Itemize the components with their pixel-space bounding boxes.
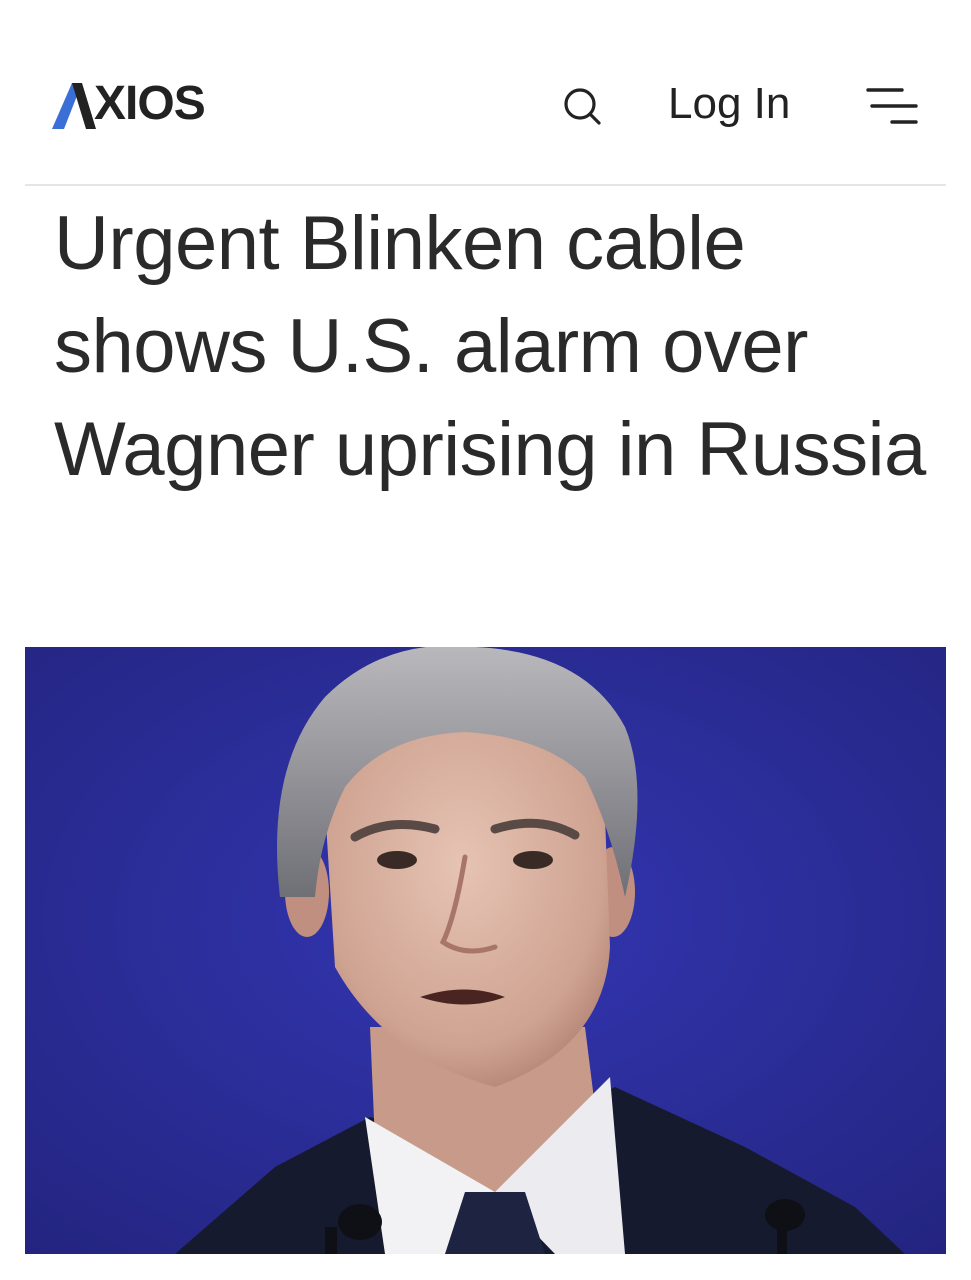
- login-link[interactable]: Log In: [668, 78, 790, 130]
- logo-wordmark: XIOS: [94, 77, 206, 130]
- axios-logo[interactable]: XIOS: [52, 77, 206, 130]
- hero-image: [25, 647, 946, 1254]
- search-button[interactable]: [556, 80, 608, 132]
- menu-button[interactable]: [862, 80, 922, 132]
- portrait-photo: [25, 647, 946, 1254]
- site-header: XIOS Log In: [0, 0, 971, 185]
- article-headline: Urgent Blinken cable shows U.S. alarm ov…: [54, 201, 926, 492]
- logo-a-mark-icon: [52, 83, 96, 129]
- hamburger-menu-icon: [866, 88, 918, 124]
- header-divider: [25, 184, 946, 186]
- search-icon: [564, 88, 601, 125]
